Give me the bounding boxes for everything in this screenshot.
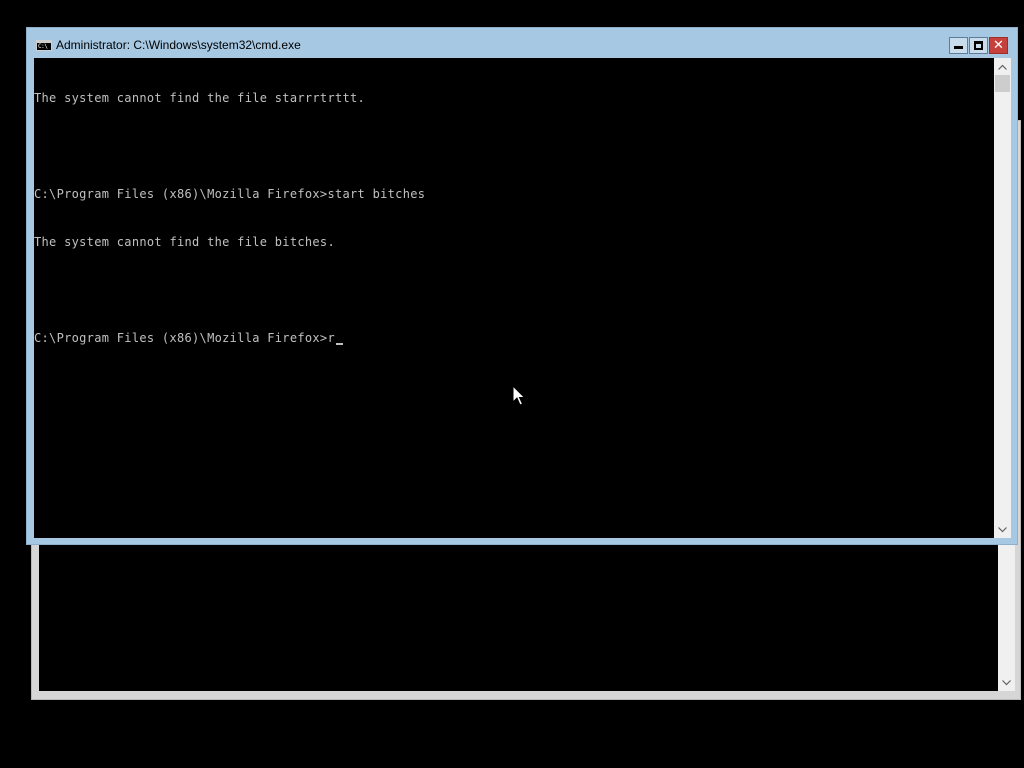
scroll-up-button[interactable] xyxy=(994,58,1011,75)
minimize-button[interactable] xyxy=(949,37,968,54)
console-line: The system cannot find the file starrrtr… xyxy=(34,91,366,105)
console-line: The system cannot find the file bitches. xyxy=(34,235,335,249)
close-button[interactable]: ✕ xyxy=(989,37,1008,54)
close-icon: ✕ xyxy=(993,38,1004,53)
console-output[interactable]: The system cannot find the file starrrtr… xyxy=(34,58,994,538)
maximize-button[interactable] xyxy=(969,37,988,54)
cmd-app-icon[interactable]: C:\ xyxy=(36,40,52,51)
text-cursor xyxy=(335,343,343,345)
chevron-up-icon xyxy=(998,64,1007,70)
scroll-down-button[interactable] xyxy=(994,521,1011,538)
minimize-icon xyxy=(954,46,963,49)
console-prompt-input[interactable]: C:\Program Files (x86)\Mozilla Firefox>r xyxy=(34,331,335,345)
console-prompt-line[interactable]: C:\Program Files (x86)\Mozilla Firefox>r xyxy=(34,330,994,346)
desktop: C:\ Administrator: C:\Windows\system32\c… xyxy=(0,0,1024,768)
background-scroll-down-button[interactable] xyxy=(998,674,1015,691)
cmd-window[interactable]: C:\ Administrator: C:\Windows\system32\c… xyxy=(26,27,1018,545)
caption-buttons: ✕ xyxy=(949,37,1008,54)
scroll-thumb[interactable] xyxy=(995,75,1010,92)
console-line: C:\Program Files (x86)\Mozilla Firefox>s… xyxy=(34,187,426,201)
mouse-pointer-icon xyxy=(512,385,526,406)
chevron-down-icon xyxy=(998,526,1007,532)
chevron-down-icon xyxy=(1002,679,1011,685)
console-text: The system cannot find the file starrrtr… xyxy=(34,58,994,378)
title-bar[interactable]: C:\ Administrator: C:\Windows\system32\c… xyxy=(27,28,1017,58)
window-title: Administrator: C:\Windows\system32\cmd.e… xyxy=(56,38,301,52)
maximize-icon xyxy=(974,41,983,50)
app-icon-text: C:\ xyxy=(38,43,48,50)
vertical-scrollbar[interactable] xyxy=(994,58,1011,538)
